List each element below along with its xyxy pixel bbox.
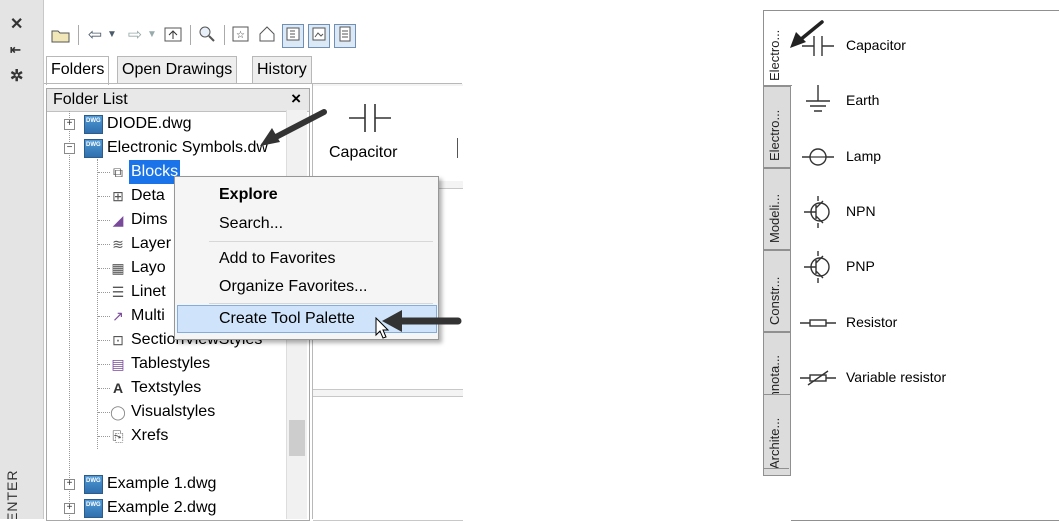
blocks-icon: ⧉ — [113, 164, 123, 180]
tree-item-label: Multi — [131, 307, 165, 324]
folder-list-title: Folder List — [53, 91, 128, 108]
palette-tab-architectural[interactable]: Archite... — [763, 394, 791, 476]
dwg-file-icon: DWG — [84, 499, 103, 518]
linetypes-icon: ☰ — [111, 284, 125, 300]
tree-item[interactable]: + DWG Example 2.dwg — [47, 496, 309, 520]
pnp-transistor-icon — [804, 251, 830, 283]
palette-item-label: Earth — [846, 92, 880, 108]
description-icon[interactable] — [334, 24, 356, 48]
back-dropdown-icon[interactable]: ▼ — [106, 24, 118, 46]
expand-icon[interactable]: + — [64, 503, 75, 514]
menu-item-create-tool-palette[interactable]: Create Tool Palette — [219, 307, 355, 331]
tree-item-label: Xrefs — [131, 427, 169, 444]
design-center-window: ✕ ⇤ ✲ ENTER ⇦ ▼ ⇨ ▼ ☆ Folders Open Drawi… — [0, 0, 463, 521]
tree-item-label: Blocks — [129, 160, 181, 184]
palette-item-label: Lamp — [846, 148, 882, 164]
layers-icon: ≋ — [112, 236, 124, 252]
preview-icon[interactable] — [308, 24, 330, 48]
menu-item-add-to-favorites[interactable]: Add to Favorites — [219, 247, 336, 271]
tree-item-label: Linet — [131, 283, 166, 300]
forward-dropdown-icon[interactable]: ▼ — [146, 24, 158, 46]
tree-item-label: Visualstyles — [131, 403, 216, 420]
scrollbar-thumb[interactable] — [289, 420, 305, 456]
tree-item-label: Deta — [131, 187, 165, 204]
multileader-styles-icon: ↗ — [112, 308, 124, 324]
palette-tab-modeling[interactable]: Modeli... — [763, 168, 791, 250]
tree-item-textstyles[interactable]: A Textstyles — [47, 376, 309, 400]
capacitor-symbol-icon — [349, 104, 391, 132]
section-view-styles-icon: ⊡ — [112, 332, 124, 348]
lamp-symbol-icon — [802, 148, 834, 166]
tree-item-xrefs[interactable]: ⎘ Xrefs — [47, 424, 309, 448]
menu-item-explore[interactable]: Explore — [219, 183, 278, 207]
dwg-file-icon: DWG — [84, 139, 103, 158]
favorites-icon[interactable]: ☆ — [230, 24, 252, 46]
design-center-title: ENTER — [4, 469, 20, 519]
visualstyles-icon: ◯ — [110, 404, 126, 420]
palette-tab-constraints[interactable]: Constr... — [763, 250, 791, 332]
tree-item-label: Example 1.dwg — [107, 475, 217, 492]
layouts-icon: ▦ — [111, 260, 125, 276]
dwg-file-icon: DWG — [84, 475, 103, 494]
tab-history[interactable]: History — [252, 56, 312, 83]
annotation-arrow-icon — [382, 310, 462, 332]
menu-item-search[interactable]: Search... — [219, 212, 283, 236]
detail-view-styles-icon: ⊞ — [112, 188, 124, 204]
expand-icon[interactable]: + — [64, 479, 75, 490]
content-item-label: Capacitor — [329, 144, 398, 161]
design-center-toolbar: ⇦ ▼ ⇨ ▼ ☆ — [44, 18, 462, 52]
earth-symbol-icon — [806, 85, 830, 112]
auto-hide-icon[interactable]: ⇤ — [10, 42, 21, 58]
close-icon[interactable]: ✕ — [10, 14, 23, 34]
tree-item-label: Electronic Symbols.dw — [107, 139, 268, 156]
tree-item-tablestyles[interactable]: ▤ Tablestyles — [47, 352, 309, 376]
home-icon[interactable] — [256, 24, 278, 46]
variable-resistor-symbol-icon — [800, 370, 836, 386]
tree-item-label: Dims — [131, 211, 168, 228]
menu-item-organize-favorites[interactable]: Organize Favorites... — [219, 275, 368, 299]
back-icon[interactable]: ⇦ — [84, 24, 106, 46]
tree-item-visualstyles[interactable]: ◯ Visualstyles — [47, 400, 309, 424]
dimstyles-icon: ◢ — [112, 212, 124, 228]
tool-palette: Electro... Electro... Modeli... Constr..… — [760, 10, 1059, 521]
xrefs-icon: ⎘ — [112, 428, 124, 444]
forward-icon[interactable]: ⇨ — [124, 24, 146, 46]
svg-text:☆: ☆ — [236, 30, 245, 41]
tree-item-label: Example 2.dwg — [107, 499, 217, 516]
design-center-title-strip: ✕ ⇤ ✲ ENTER — [0, 0, 44, 519]
collapse-icon[interactable]: − — [64, 143, 75, 154]
tree-item-label: Tablestyles — [131, 355, 211, 372]
search-icon[interactable] — [196, 24, 218, 46]
tab-folders[interactable]: Folders — [46, 56, 110, 85]
tool-palette-tabs: Electro... Electro... Modeli... Constr..… — [760, 10, 792, 480]
load-icon[interactable] — [50, 24, 72, 46]
annotation-arrow-icon — [260, 109, 327, 146]
description-pane — [313, 396, 463, 521]
npn-transistor-icon — [804, 196, 830, 228]
tree-item-label: Textstyles — [131, 379, 202, 396]
textstyles-icon: A — [112, 380, 124, 396]
tree-view-toggle-icon[interactable] — [282, 24, 304, 48]
palette-item-label: Resistor — [846, 314, 898, 330]
resistor-symbol-icon — [800, 319, 836, 327]
tree-item-label: Layo — [131, 259, 166, 276]
palette-item-label: Capacitor — [846, 37, 906, 53]
palette-tab-electro-2[interactable]: Electro... — [763, 86, 791, 168]
tree-item-label: DIODE.dwg — [107, 115, 192, 132]
palette-item-label: NPN — [846, 203, 876, 219]
up-icon[interactable] — [162, 24, 184, 46]
tablestyles-icon: ▤ — [111, 356, 125, 372]
properties-icon[interactable]: ✲ — [10, 66, 23, 86]
annotation-arrow-icon — [790, 20, 824, 48]
palette-item-label: PNP — [846, 258, 875, 274]
palette-item-label: Variable resistor — [846, 369, 947, 385]
dwg-file-icon: DWG — [84, 115, 103, 134]
tab-open-drawings[interactable]: Open Drawings — [117, 56, 238, 83]
tree-item-label: Layer — [131, 235, 172, 252]
expand-icon[interactable]: + — [64, 119, 75, 130]
content-item-capacitor[interactable]: Capacitor — [313, 86, 463, 181]
